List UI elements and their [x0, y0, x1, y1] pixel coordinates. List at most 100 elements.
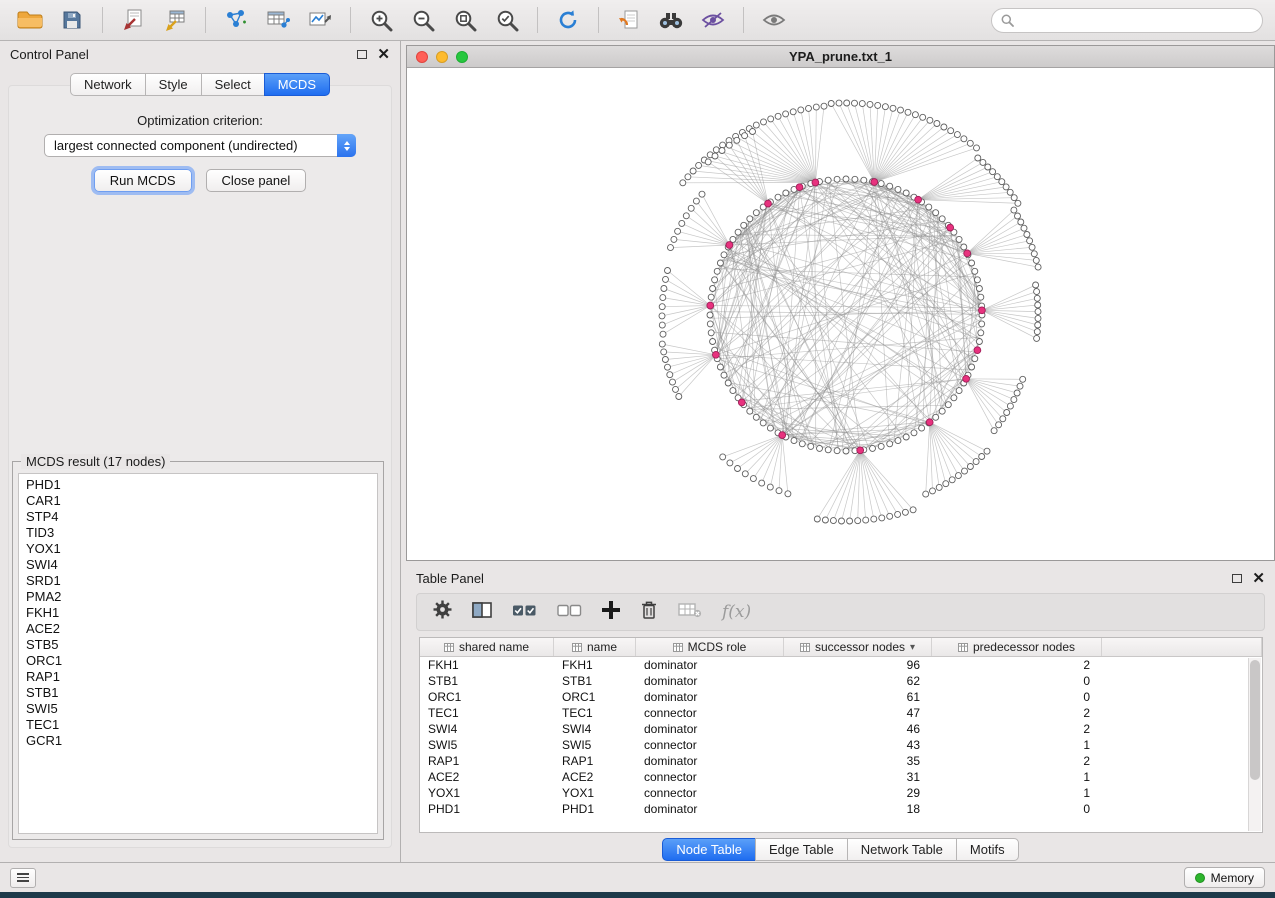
open-session-button[interactable]	[12, 4, 48, 36]
table-cell: 0	[932, 801, 1102, 817]
mcds-result-item[interactable]: STP4	[26, 509, 377, 525]
sort-chevron-icon[interactable]: ▾	[910, 642, 915, 653]
add-column-button[interactable]	[602, 601, 620, 624]
mcds-result-item[interactable]: CAR1	[26, 493, 377, 509]
mcds-result-item[interactable]: SWI5	[26, 701, 377, 717]
zoom-in-button[interactable]	[363, 4, 399, 36]
toolbar-separator	[205, 7, 206, 33]
column-header-name[interactable]: name	[554, 638, 636, 656]
network-table-button[interactable]	[260, 4, 296, 36]
mcds-result-item[interactable]: YOX1	[26, 541, 377, 557]
tab-mcds[interactable]: MCDS	[264, 73, 330, 96]
toolbar-separator	[350, 7, 351, 33]
mcds-result-item[interactable]: ORC1	[26, 653, 377, 669]
tab-network[interactable]: Network	[70, 73, 146, 96]
close-panel-icon[interactable]: ✕	[377, 47, 390, 62]
copy-document-icon	[618, 9, 640, 31]
column-header-shared-name[interactable]: shared name	[420, 638, 554, 656]
mcds-result-item[interactable]: STB1	[26, 685, 377, 701]
tab-motifs[interactable]: Motifs	[956, 838, 1019, 861]
table-row[interactable]: FKH1FKH1dominator962	[420, 657, 1262, 673]
function-builder-button[interactable]: f(x)	[722, 602, 751, 622]
column-header-mcds-role[interactable]: MCDS role	[636, 638, 784, 656]
delete-table-button[interactable]	[678, 602, 702, 623]
mcds-result-item[interactable]: GCR1	[26, 733, 377, 749]
column-header-successor-nodes[interactable]: successor nodes ▾	[784, 638, 932, 656]
mcds-result-item[interactable]: STB5	[26, 637, 377, 653]
table-cell	[1102, 657, 1262, 673]
table-cell: STB1	[554, 673, 636, 689]
show-columns-button[interactable]	[472, 602, 492, 623]
maximize-window-icon[interactable]	[456, 51, 468, 63]
table-cell: SWI5	[420, 737, 554, 753]
mcds-result-item[interactable]: SRD1	[26, 573, 377, 589]
column-header-empty	[1102, 638, 1262, 656]
tab-node-table[interactable]: Node Table	[662, 838, 756, 861]
close-table-panel-icon[interactable]: ✕	[1252, 571, 1265, 586]
mcds-result-item[interactable]: SWI4	[26, 557, 377, 573]
table-scrollbar-thumb[interactable]	[1250, 660, 1260, 780]
filter-button[interactable]	[695, 4, 731, 36]
float-table-panel-icon[interactable]	[1232, 574, 1242, 583]
mcds-result-list[interactable]: PHD1CAR1STP4TID3YOX1SWI4SRD1PMA2FKH1ACE2…	[18, 473, 378, 834]
refresh-layout-button[interactable]	[550, 4, 586, 36]
table-row[interactable]: STB1STB1dominator620	[420, 673, 1262, 689]
memory-button[interactable]: Memory	[1184, 867, 1265, 888]
table-row[interactable]: ORC1ORC1dominator610	[420, 689, 1262, 705]
table-cell: 46	[784, 721, 932, 737]
mcds-result-item[interactable]: TID3	[26, 525, 377, 541]
table-row[interactable]: SWI5SWI5connector431	[420, 737, 1262, 753]
table-cell: 1	[932, 769, 1102, 785]
tab-select[interactable]: Select	[201, 73, 265, 96]
mcds-result-item[interactable]: RAP1	[26, 669, 377, 685]
criterion-dropdown[interactable]: largest connected component (undirected)	[44, 134, 356, 157]
zoom-selected-icon	[496, 9, 519, 32]
save-session-button[interactable]	[54, 4, 90, 36]
zoom-fit-button[interactable]	[447, 4, 483, 36]
minimize-window-icon[interactable]	[436, 51, 448, 63]
search-input[interactable]	[1020, 13, 1253, 28]
import-network-button[interactable]	[115, 4, 151, 36]
close-window-icon[interactable]	[416, 51, 428, 63]
new-network-button[interactable]	[218, 4, 254, 36]
mcds-result-item[interactable]: PMA2	[26, 589, 377, 605]
table-row[interactable]: TEC1TEC1connector472	[420, 705, 1262, 721]
table-cell: dominator	[636, 721, 784, 737]
show-details-button[interactable]	[756, 4, 792, 36]
export-image-button[interactable]	[302, 4, 338, 36]
select-all-button[interactable]	[512, 602, 537, 623]
network-window-titlebar[interactable]: YPA_prune.txt_1	[407, 46, 1274, 68]
tab-style[interactable]: Style	[145, 73, 202, 96]
table-scrollbar[interactable]	[1248, 658, 1261, 831]
run-mcds-button[interactable]: Run MCDS	[94, 169, 192, 192]
float-panel-icon[interactable]	[357, 50, 367, 59]
table-row[interactable]: RAP1RAP1dominator352	[420, 753, 1262, 769]
tab-edge-table[interactable]: Edge Table	[755, 838, 848, 861]
mcds-result-item[interactable]: FKH1	[26, 605, 377, 621]
gear-icon	[433, 600, 452, 619]
table-row[interactable]: PHD1PHD1dominator180	[420, 801, 1262, 817]
zoom-out-button[interactable]	[405, 4, 441, 36]
table-row[interactable]: YOX1YOX1connector291	[420, 785, 1262, 801]
mcds-result-item[interactable]: TEC1	[26, 717, 377, 733]
zoom-fit-icon	[454, 9, 477, 32]
table-toolbar: f(x)	[416, 593, 1265, 631]
table-mode-button[interactable]	[433, 600, 452, 624]
table-row[interactable]: SWI4SWI4dominator462	[420, 721, 1262, 737]
delete-column-button[interactable]	[640, 600, 658, 625]
unselect-all-button[interactable]	[557, 602, 582, 623]
network-window: YPA_prune.txt_1	[406, 45, 1275, 561]
search-network-button[interactable]	[653, 4, 689, 36]
mcds-result-item[interactable]: ACE2	[26, 621, 377, 637]
copy-document-button[interactable]	[611, 4, 647, 36]
zoom-selected-button[interactable]	[489, 4, 525, 36]
import-table-button[interactable]	[157, 4, 193, 36]
close-panel-button[interactable]: Close panel	[206, 169, 307, 192]
mcds-result-item[interactable]: PHD1	[26, 477, 377, 493]
column-header-predecessor-nodes[interactable]: predecessor nodes	[932, 638, 1102, 656]
task-history-button[interactable]	[10, 868, 36, 888]
table-row[interactable]: ACE2ACE2connector311	[420, 769, 1262, 785]
network-graph-svg[interactable]	[407, 68, 1274, 560]
tab-network-table[interactable]: Network Table	[847, 838, 957, 861]
network-nodes-icon	[224, 9, 248, 31]
